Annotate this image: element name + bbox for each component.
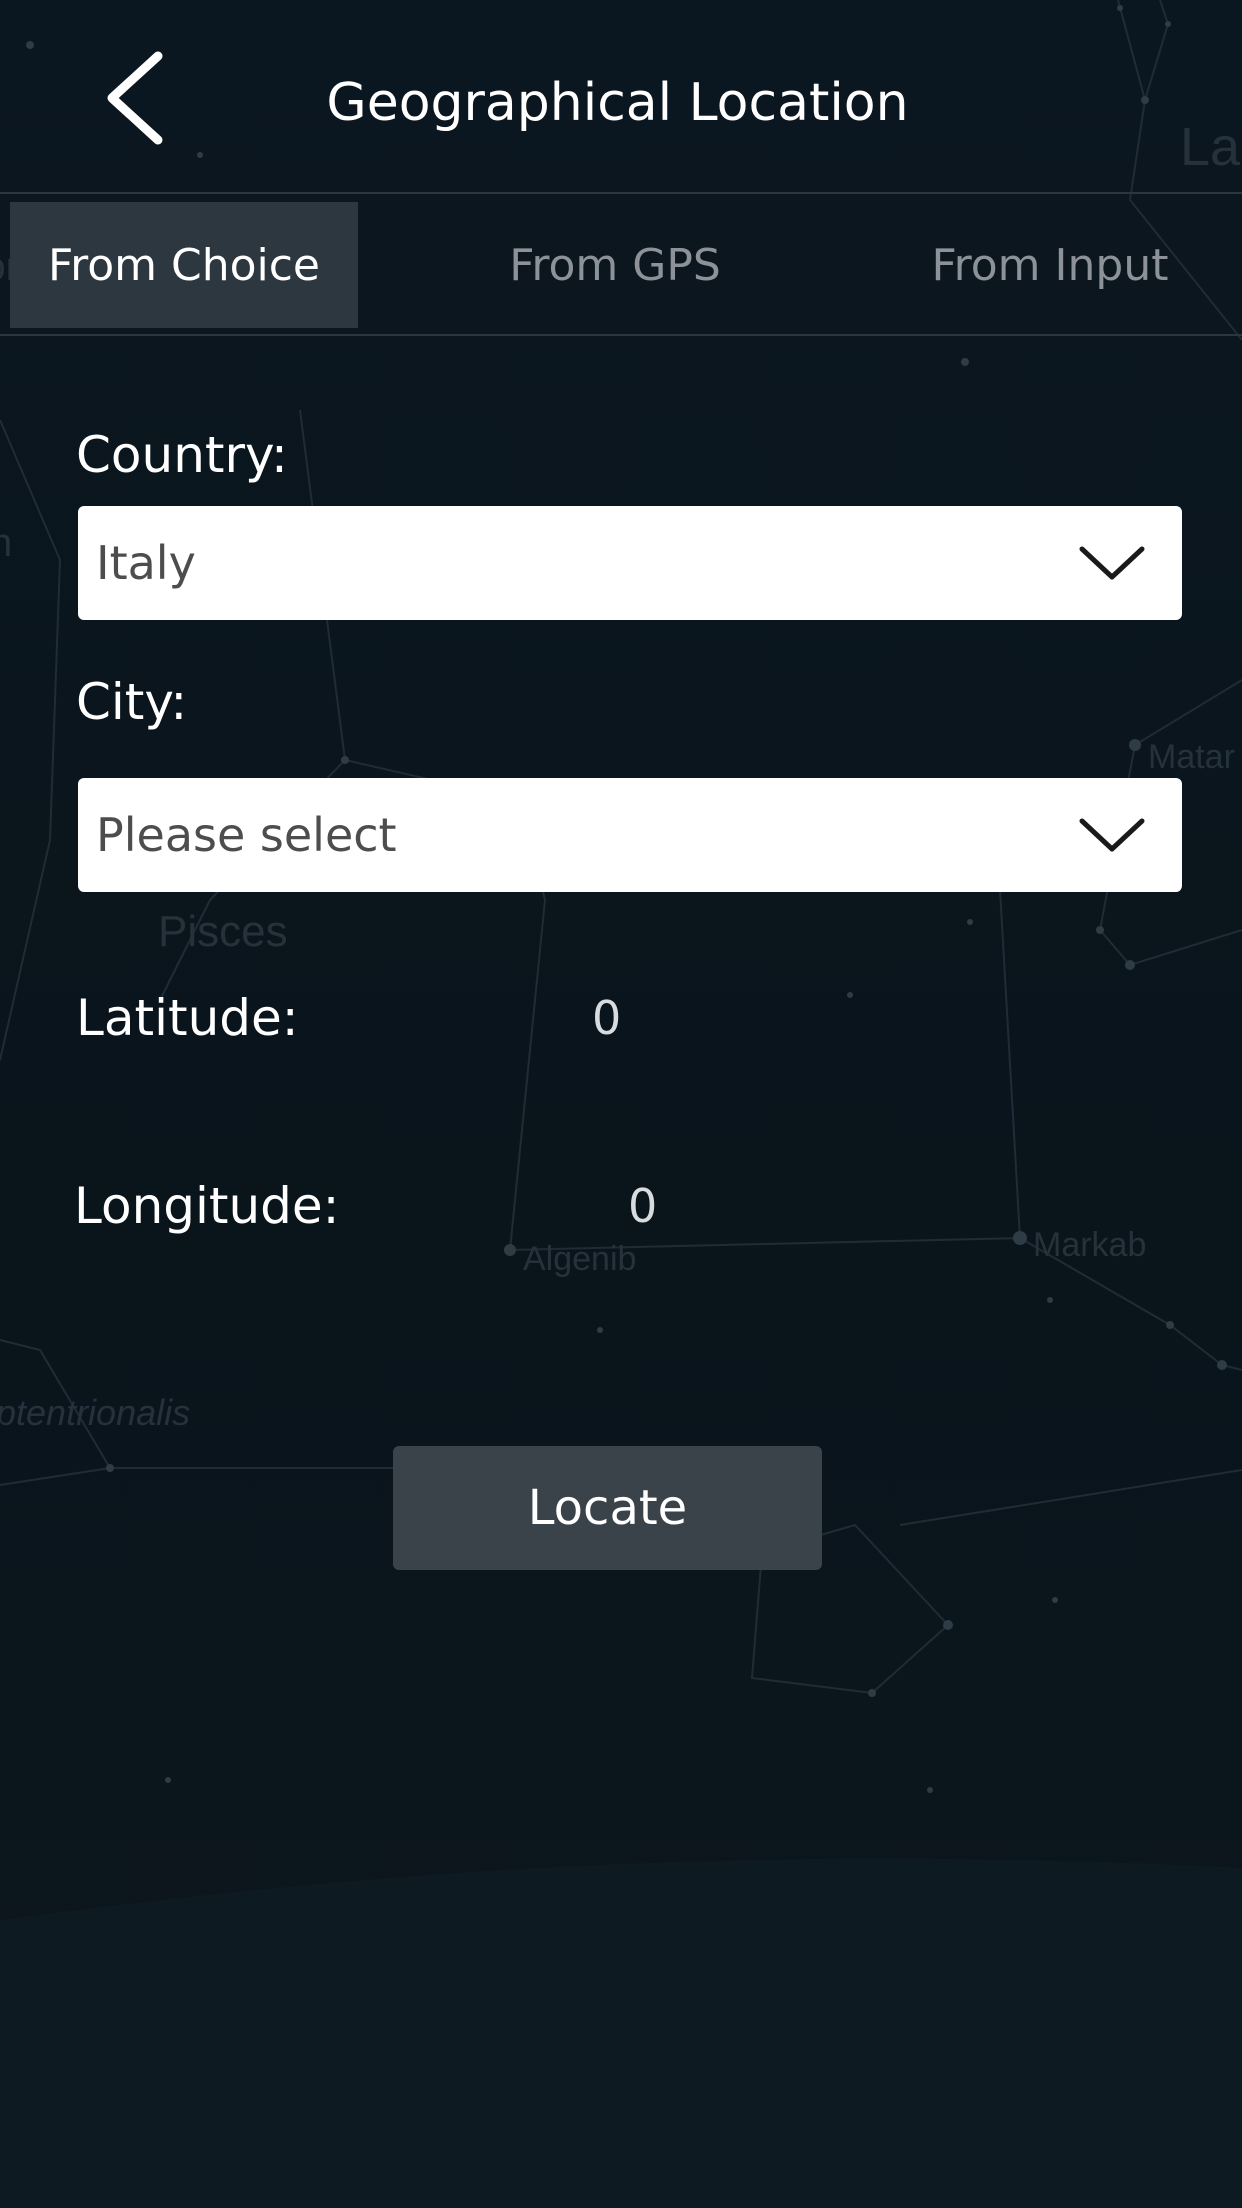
chevron-left-icon xyxy=(107,51,163,145)
country-label: Country: xyxy=(76,426,288,484)
city-select-value: Please select xyxy=(96,808,397,862)
country-select[interactable]: Italy xyxy=(78,506,1182,620)
back-button[interactable] xyxy=(80,38,190,158)
country-select-value: Italy xyxy=(96,536,196,590)
longitude-value: 0 xyxy=(628,1179,658,1233)
city-label: City: xyxy=(76,673,188,731)
latitude-value: 0 xyxy=(592,991,622,1045)
chevron-down-icon xyxy=(1072,533,1152,593)
tab-from-input[interactable]: From Input xyxy=(880,202,1220,328)
page-title: Geographical Location xyxy=(326,73,909,133)
city-select[interactable]: Please select xyxy=(78,778,1182,892)
latitude-label: Latitude: xyxy=(76,989,299,1047)
longitude-label: Longitude: xyxy=(74,1177,340,1235)
locate-button[interactable]: Locate xyxy=(393,1446,822,1570)
tab-from-gps[interactable]: From GPS xyxy=(440,202,790,328)
header-bar: Geographical Location xyxy=(0,0,1242,194)
screen: Pisces Algenib Markab ptentrionalis La M… xyxy=(0,0,1242,2208)
tab-bar: From Choice From GPS From Input xyxy=(0,194,1242,336)
tab-from-choice[interactable]: From Choice xyxy=(10,202,358,328)
chevron-down-icon xyxy=(1072,805,1152,865)
